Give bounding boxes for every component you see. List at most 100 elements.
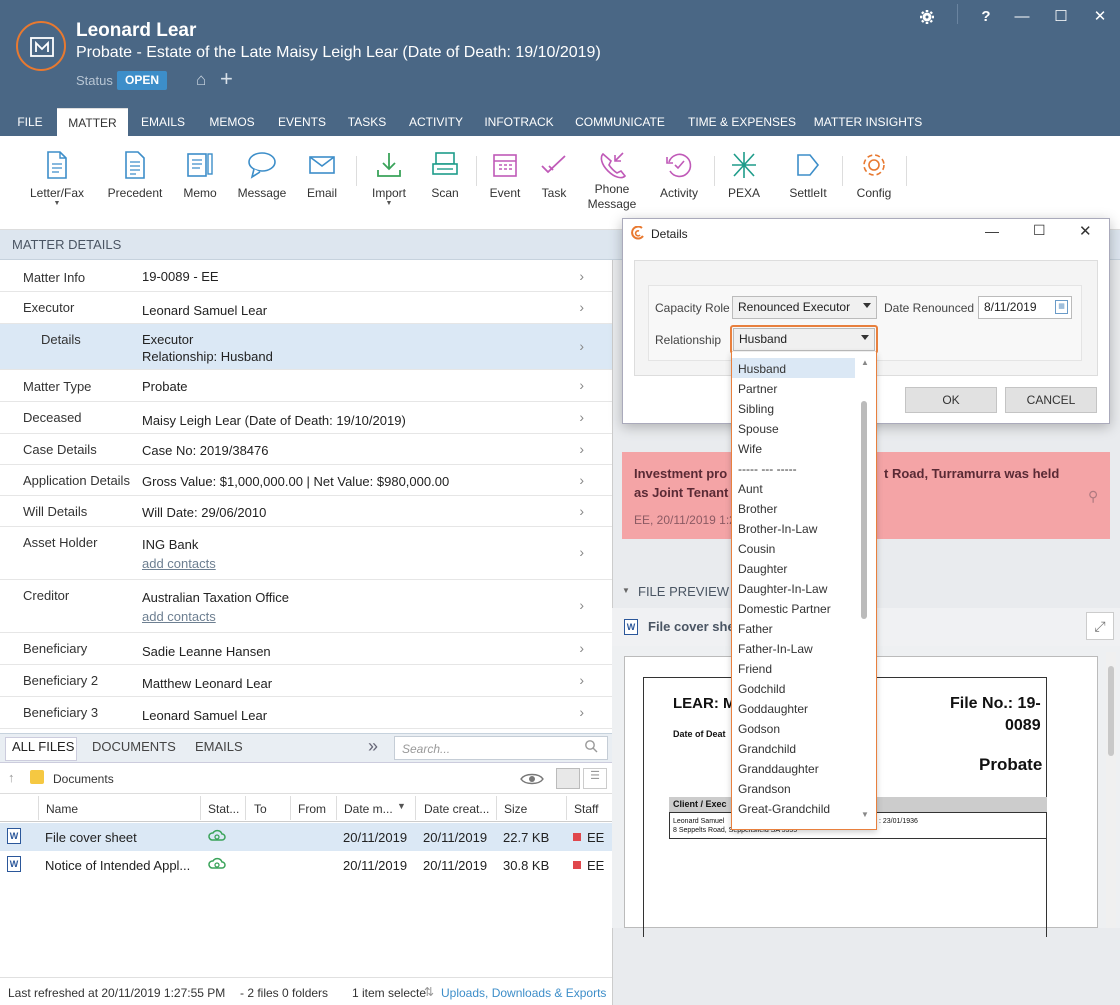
dialog-close-button[interactable]: ✕	[1079, 222, 1092, 240]
matter-details-row-selected[interactable]: Details Executor Relationship: Husband ›	[0, 324, 612, 370]
status-badge[interactable]: OPEN	[117, 71, 167, 90]
col-date-created[interactable]: Date creat...	[424, 802, 489, 816]
collapse-icon[interactable]: ▼	[622, 586, 630, 595]
calendar-icon[interactable]: ▦	[1055, 300, 1068, 314]
dropdown-option[interactable]: Sibling	[732, 398, 855, 418]
col-name[interactable]: Name	[46, 802, 78, 816]
dropdown-option[interactable]: Godchild	[732, 678, 855, 698]
dropdown-option[interactable]: Brother	[732, 498, 855, 518]
message-button[interactable]: Message	[234, 150, 290, 200]
matter-details-row[interactable]: Executor Leonard Samuel Lear ›	[0, 292, 612, 324]
import-button[interactable]: Import ▼	[364, 150, 414, 207]
email-button[interactable]: Email	[298, 150, 346, 200]
dropdown-option[interactable]: Brother-In-Law	[732, 518, 855, 538]
scroll-down-icon[interactable]: ▼	[861, 810, 869, 819]
pexa-button[interactable]: PEXA	[722, 150, 766, 200]
dropdown-scroll-thumb[interactable]	[861, 401, 867, 619]
tab-activity[interactable]: ACTIVITY	[404, 108, 468, 136]
dropdown-option[interactable]: Wife	[732, 438, 855, 458]
tab-events[interactable]: EVENTS	[274, 108, 330, 136]
phone-message-button[interactable]: Phone Message	[586, 150, 638, 212]
list-view-button[interactable]: ☰	[583, 768, 607, 789]
matter-details-row[interactable]: Beneficiary Sadie Leanne Hansen ›	[0, 633, 612, 665]
up-arrow-icon[interactable]: ↑	[8, 770, 15, 785]
matter-details-row[interactable]: Will Details Will Date: 29/06/2010 ›	[0, 496, 612, 527]
matter-details-row[interactable]: Matter Info 19-0089 - EE ›	[0, 261, 612, 292]
date-renounced-input[interactable]: 8/11/2019 ▦	[978, 296, 1072, 319]
dropdown-option[interactable]: Cousin	[732, 538, 855, 558]
file-row[interactable]: W Notice of Intended Appl... 20/11/2019 …	[0, 851, 612, 879]
tab-matter[interactable]: MATTER	[57, 108, 128, 136]
preview-scrollbar[interactable]	[1106, 652, 1116, 928]
settleit-button[interactable]: SettleIt	[780, 150, 836, 200]
dialog-maximize-button[interactable]: ☐	[1033, 222, 1046, 239]
matter-details-row[interactable]: Beneficiary 2 Matthew Leonard Lear ›	[0, 665, 612, 697]
fullscreen-icon[interactable]: ⤢	[1086, 612, 1114, 640]
scan-button[interactable]: Scan	[422, 150, 468, 200]
task-button[interactable]: Task	[532, 150, 576, 200]
relationship-select[interactable]: Husband	[733, 328, 875, 351]
config-button[interactable]: Config	[850, 150, 898, 200]
col-to[interactable]: To	[254, 802, 267, 816]
ok-button[interactable]: OK	[905, 387, 997, 413]
dropdown-option[interactable]: Partner	[732, 378, 855, 398]
matter-details-row[interactable]: Deceased Maisy Leigh Lear (Date of Death…	[0, 402, 612, 434]
letter-fax-button[interactable]: Letter/Fax ▼	[26, 150, 88, 207]
col-date-modified[interactable]: Date m...	[344, 802, 393, 816]
eye-icon[interactable]	[520, 771, 544, 790]
maximize-button[interactable]: ☐	[1049, 6, 1073, 28]
dropdown-option[interactable]: Granddaughter	[732, 758, 855, 778]
folder-view-button[interactable]	[556, 768, 580, 789]
col-staff[interactable]: Staff	[574, 802, 598, 816]
file-row[interactable]: W File cover sheet 20/11/2019 20/11/2019…	[0, 823, 612, 851]
tab-documents[interactable]: DOCUMENTS	[92, 739, 176, 754]
dropdown-option[interactable]: Great-Grandchild	[732, 798, 855, 818]
dropdown-option[interactable]: Godson	[732, 718, 855, 738]
dropdown-option[interactable]: Grandchild	[732, 738, 855, 758]
matter-details-row[interactable]: Application Details Gross Value: $1,000,…	[0, 465, 612, 496]
event-button[interactable]: Event	[484, 150, 526, 200]
tab-tasks[interactable]: TASKS	[342, 108, 392, 136]
dropdown-option[interactable]: Daughter	[732, 558, 855, 578]
tab-infotrack[interactable]: INFOTRACK	[480, 108, 558, 136]
tag-icon[interactable]: ⌂	[196, 70, 206, 90]
expand-tabs-icon[interactable]: »	[368, 736, 378, 757]
tab-memos[interactable]: MEMOS	[202, 108, 262, 136]
matter-details-row[interactable]: Beneficiary 3 Leonard Samuel Lear ›	[0, 697, 612, 729]
precedent-button[interactable]: Precedent	[104, 150, 166, 200]
col-size[interactable]: Size	[504, 802, 527, 816]
memo-button[interactable]: Memo	[176, 150, 224, 200]
tab-file[interactable]: FILE	[8, 108, 52, 136]
search-icon[interactable]	[584, 739, 598, 756]
dialog-minimize-button[interactable]: —	[985, 223, 999, 239]
capacity-role-select[interactable]: Renounced Executor	[732, 296, 877, 319]
add-contacts-link[interactable]: add contacts	[142, 556, 216, 571]
pin-icon[interactable]: ⚲	[1088, 488, 1098, 505]
matter-details-row[interactable]: Asset Holder ING Bank add contacts ›	[0, 527, 612, 580]
help-button[interactable]: ?	[974, 6, 998, 28]
uploads-link[interactable]: Uploads, Downloads & Exports	[441, 986, 606, 1000]
activity-button[interactable]: Activity	[652, 150, 706, 200]
dropdown-option[interactable]: Domestic Partner	[732, 598, 855, 618]
close-button[interactable]: ✕	[1088, 6, 1112, 28]
tab-emails-files[interactable]: EMAILS	[195, 739, 243, 754]
dropdown-option[interactable]: Aunt	[732, 478, 855, 498]
matter-details-row[interactable]: Creditor Australian Taxation Office add c…	[0, 580, 612, 633]
dropdown-option[interactable]: Spouse	[732, 418, 855, 438]
dropdown-option[interactable]: Husband	[732, 358, 855, 378]
dropdown-option[interactable]: Goddaughter	[732, 698, 855, 718]
add-tag-icon[interactable]: +	[220, 66, 233, 92]
dropdown-option[interactable]: Daughter-In-Law	[732, 578, 855, 598]
dropdown-option[interactable]: Father	[732, 618, 855, 638]
col-from[interactable]: From	[298, 802, 326, 816]
add-contacts-link[interactable]: add contacts	[142, 609, 216, 624]
dropdown-option[interactable]: Grandson	[732, 778, 855, 798]
tab-emails[interactable]: EMAILS	[134, 108, 192, 136]
tab-time-expenses[interactable]: TIME & EXPENSES	[684, 108, 800, 136]
minimize-button[interactable]: —	[1010, 6, 1034, 28]
col-status[interactable]: Stat...	[208, 802, 239, 816]
matter-details-row[interactable]: Matter Type Probate ›	[0, 370, 612, 402]
search-input[interactable]: Search...	[394, 736, 608, 760]
gear-icon[interactable]	[915, 6, 939, 28]
tab-communicate[interactable]: COMMUNICATE	[570, 108, 670, 136]
